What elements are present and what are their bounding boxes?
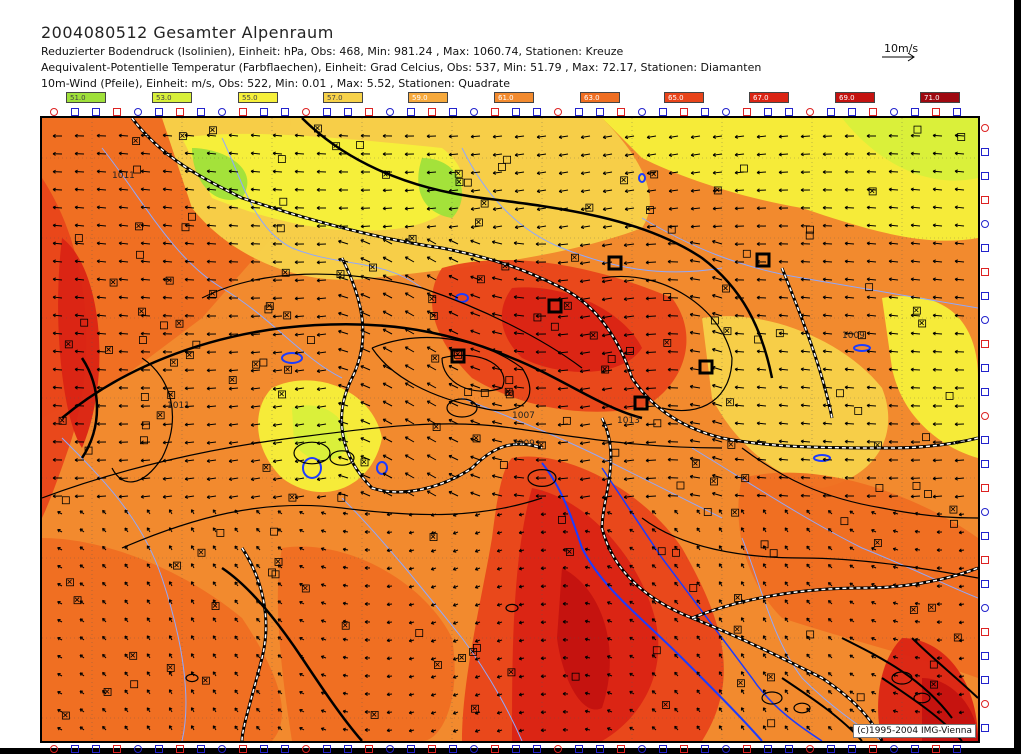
- edge-station-marker: [981, 676, 989, 684]
- edge-station-marker: [197, 108, 205, 116]
- edge-station-marker: [323, 108, 331, 116]
- color-legend: 51.0 53.0 55.0 57.0 59.0 61.0 63.0 65.0 67.0 69.0…: [0, 92, 1014, 106]
- edge-station-marker: [981, 340, 989, 348]
- station-markers-right: [980, 116, 990, 743]
- edge-station-marker: [981, 556, 989, 564]
- edge-station-marker: [722, 108, 730, 116]
- edge-station-marker: [176, 108, 184, 116]
- edge-station-marker: [981, 652, 989, 660]
- edge-station-marker: [981, 196, 989, 204]
- edge-station-marker: [981, 388, 989, 396]
- wind-description: 10m-Wind (Pfeile), Einheit: m/s, Obs: 52…: [41, 77, 510, 90]
- edge-station-marker: [281, 108, 289, 116]
- edge-station-marker: [981, 460, 989, 468]
- edge-station-marker: [302, 108, 310, 116]
- pressure-description: Reduzierter Bodendruck (Isolinien), Einh…: [41, 45, 623, 58]
- edge-station-marker: [981, 124, 989, 132]
- legend-swatch: 65.0: [664, 92, 704, 103]
- legend-swatch: 59.0: [408, 92, 448, 103]
- edge-station-marker: [953, 108, 961, 116]
- isobar-label: 1007: [512, 411, 535, 421]
- edge-station-marker: [981, 724, 989, 732]
- edge-station-marker: [764, 108, 772, 116]
- edge-station-marker: [260, 108, 268, 116]
- edge-station-marker: [981, 604, 989, 612]
- isobar-label: 1011: [112, 171, 135, 181]
- edge-station-marker: [134, 108, 142, 116]
- edge-station-marker: [575, 108, 583, 116]
- edge-station-marker: [981, 412, 989, 420]
- edge-station-marker: [981, 268, 989, 276]
- edge-station-marker: [981, 292, 989, 300]
- edge-station-marker: [365, 108, 373, 116]
- edge-station-marker: [981, 580, 989, 588]
- legend-swatch: 67.0: [749, 92, 789, 103]
- edge-station-marker: [470, 108, 478, 116]
- edge-station-marker: [981, 364, 989, 372]
- edge-station-marker: [92, 108, 100, 116]
- edge-station-marker: [981, 628, 989, 636]
- edge-station-marker: [911, 108, 919, 116]
- edge-station-marker: [155, 108, 163, 116]
- edge-station-marker: [785, 108, 793, 116]
- edge-station-marker: [981, 244, 989, 252]
- edge-station-marker: [344, 108, 352, 116]
- edge-station-marker: [981, 172, 989, 180]
- edge-station-marker: [701, 108, 709, 116]
- edge-station-marker: [617, 108, 625, 116]
- legend-swatch: 71.0: [920, 92, 960, 103]
- edge-station-marker: [512, 108, 520, 116]
- edge-station-marker: [218, 108, 226, 116]
- map-panel[interactable]: 100710091011101310111009 (c)1995-2004 IM…: [40, 116, 980, 743]
- edge-station-marker: [596, 108, 604, 116]
- edge-station-marker: [533, 108, 541, 116]
- legend-swatch: 57.0: [323, 92, 363, 103]
- edge-station-marker: [71, 108, 79, 116]
- edge-station-marker: [680, 108, 688, 116]
- edge-station-marker: [50, 108, 58, 116]
- edge-station-marker: [806, 108, 814, 116]
- legend-swatch: 63.0: [580, 92, 620, 103]
- legend-swatch: 69.0: [835, 92, 875, 103]
- edge-station-marker: [113, 108, 121, 116]
- edge-station-marker: [848, 108, 856, 116]
- edge-station-marker: [827, 108, 835, 116]
- legend-swatch: 51.0: [66, 92, 106, 103]
- edge-station-marker: [981, 316, 989, 324]
- legend-swatch: 61.0: [494, 92, 534, 103]
- edge-station-marker: [932, 108, 940, 116]
- chart-sheet: 2004080512 Gesamter Alpenraum Reduzierte…: [0, 0, 1014, 748]
- edge-station-marker: [890, 108, 898, 116]
- station-markers-bottom: [40, 744, 980, 754]
- edge-station-marker: [449, 108, 457, 116]
- wind-scale-arrow-icon: [880, 51, 920, 63]
- edge-station-marker: [743, 108, 751, 116]
- edge-station-marker: [981, 436, 989, 444]
- edge-station-marker: [981, 484, 989, 492]
- edge-station-marker: [428, 108, 436, 116]
- temperature-description: Aequivalent-Potentielle Temperatur (Farb…: [41, 61, 761, 74]
- edge-station-marker: [491, 108, 499, 116]
- edge-station-marker: [981, 148, 989, 156]
- page-title: 2004080512 Gesamter Alpenraum: [41, 23, 334, 42]
- legend-swatch: 55.0: [238, 92, 278, 103]
- edge-station-marker: [386, 108, 394, 116]
- edge-station-marker: [239, 108, 247, 116]
- edge-station-marker: [981, 220, 989, 228]
- edge-station-marker: [981, 508, 989, 516]
- edge-station-marker: [554, 108, 562, 116]
- edge-station-marker: [981, 532, 989, 540]
- edge-station-marker: [981, 700, 989, 708]
- edge-station-marker: [869, 108, 877, 116]
- edge-station-marker: [638, 108, 646, 116]
- edge-station-marker: [659, 108, 667, 116]
- weather-map: 100710091011101310111009: [42, 118, 978, 741]
- edge-station-marker: [407, 108, 415, 116]
- copyright-label: (c)1995-2004 IMG-Vienna: [853, 724, 976, 738]
- legend-swatch: 53.0: [152, 92, 192, 103]
